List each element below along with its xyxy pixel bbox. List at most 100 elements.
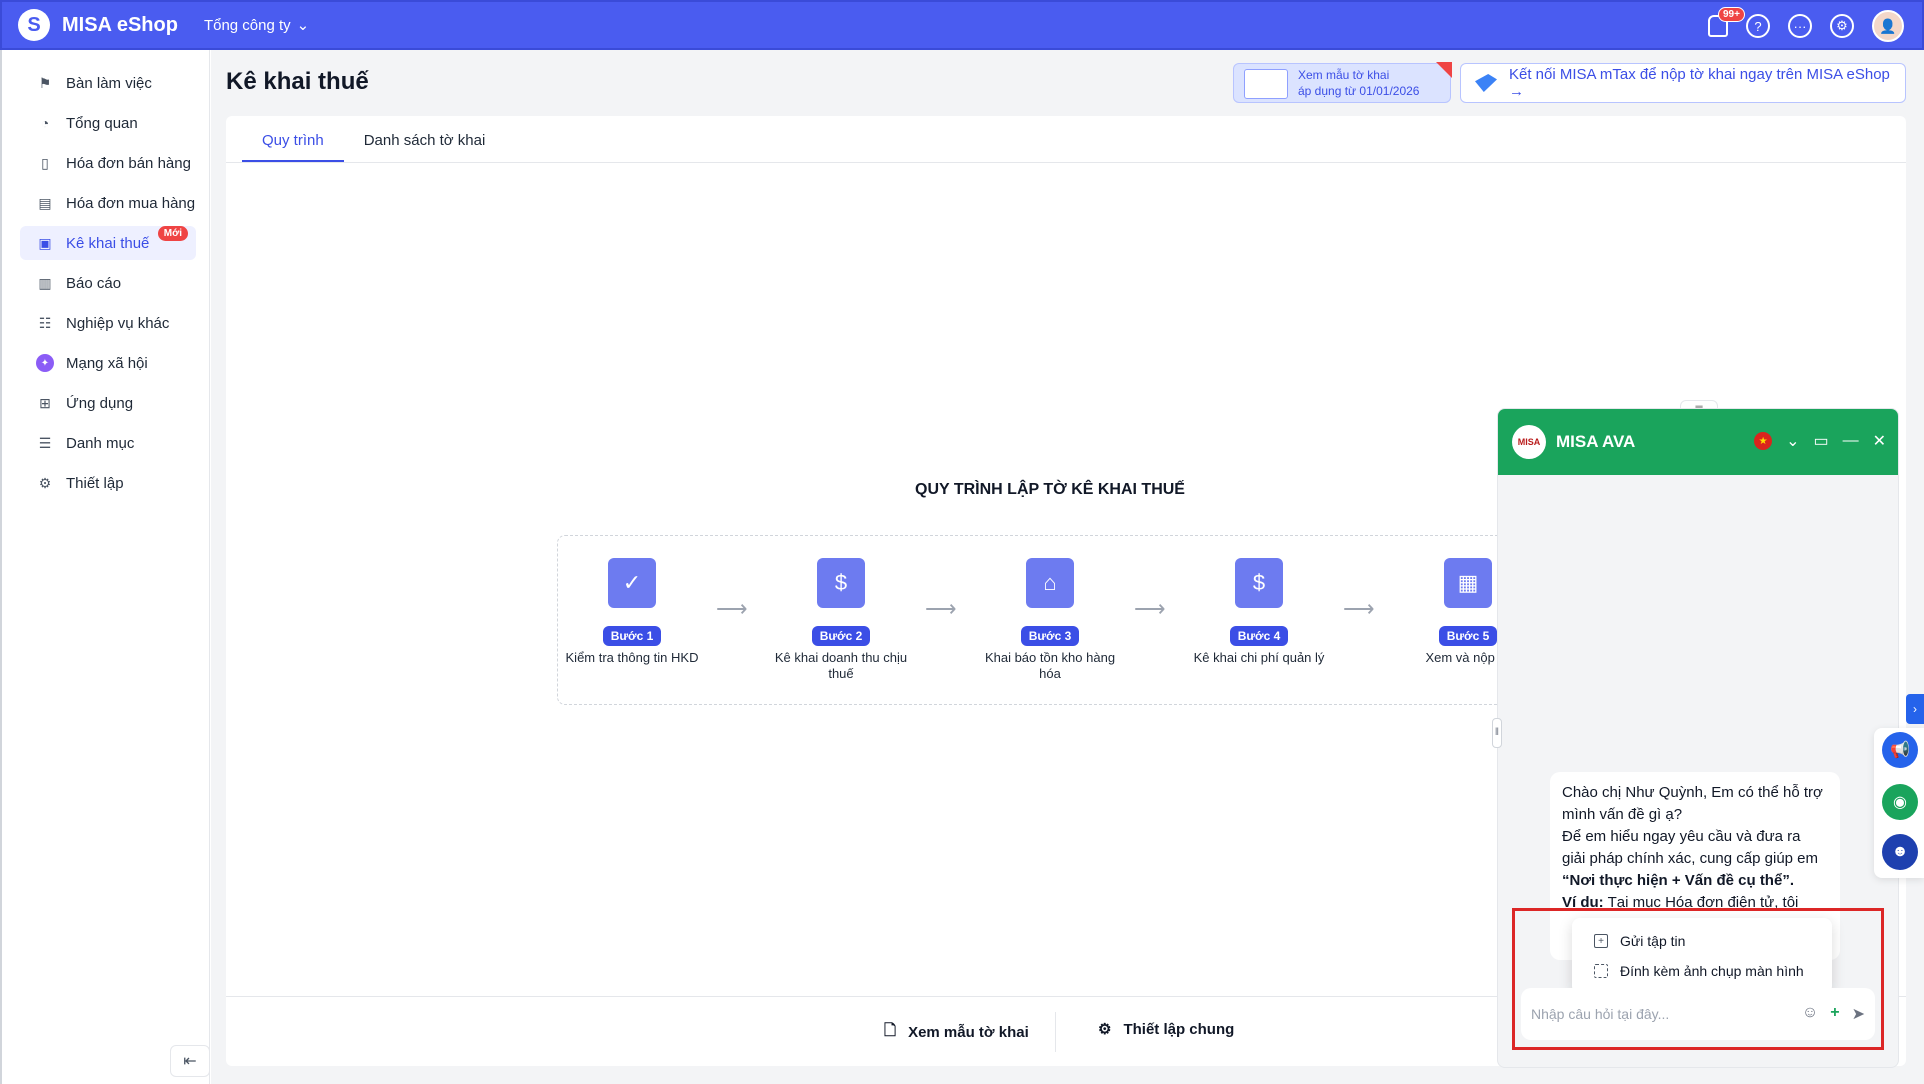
document-icon: 🗋 bbox=[884, 1022, 897, 1039]
clipboard-icon: ✓ bbox=[608, 558, 656, 608]
bell-icon[interactable]: 99+ bbox=[1708, 7, 1745, 37]
sidebar: ⚑ Bàn làm việc ◔ Tổng quan ▯ Hóa đơn bán… bbox=[0, 50, 210, 1084]
view-template-label: Xem mẫu tờ khai bbox=[908, 1024, 1029, 1041]
sidebar-item-hoa-don-ban-hang[interactable]: ▯ Hóa đơn bán hàng bbox=[20, 146, 196, 180]
social-icon: ✦ bbox=[36, 354, 54, 372]
sidebar-item-label: Hóa đơn bán hàng bbox=[66, 154, 191, 172]
step-badge: Bước 5 bbox=[1438, 626, 1498, 646]
chat-support-icon[interactable]: ◉ bbox=[1882, 784, 1918, 820]
arrow-right-icon: ⟶ bbox=[1134, 596, 1166, 621]
sidebar-item-thiet-lap[interactable]: ⚙ Thiết lập bbox=[20, 466, 196, 500]
notification-badge: 99+ bbox=[1718, 7, 1745, 22]
chevron-down-icon: ⌄ bbox=[296, 17, 310, 34]
sidebar-item-hoa-don-mua-hang[interactable]: ▤ Hóa đơn mua hàng bbox=[20, 186, 196, 220]
gear-icon: ⚙ bbox=[1098, 1021, 1112, 1038]
step-2: $ Bước 2 Kê khai doanh thu chịu thuế bbox=[766, 558, 916, 682]
tab-bar: Quy trình Danh sách tờ khai bbox=[242, 124, 505, 162]
step-label: Kiểm tra thông tin HKD bbox=[565, 650, 699, 665]
misa-logo-icon[interactable]: S bbox=[18, 9, 50, 41]
promo-template-banner[interactable]: Xem mẫu tờ khai áp dụng từ 01/01/2026 bbox=[1233, 62, 1452, 103]
page-title: Kê khai thuế bbox=[226, 68, 369, 95]
app-name[interactable]: MISA eShop bbox=[62, 14, 178, 37]
mtax-connect-label: Kết nối MISA mTax để nộp tờ khai ngay tr… bbox=[1509, 66, 1890, 100]
revenue-growth-icon: $ bbox=[817, 558, 865, 608]
general-settings-label: Thiết lập chung bbox=[1123, 1020, 1235, 1038]
chat-header-icons: ★ ⌄ ▭ — ✕ bbox=[1754, 431, 1886, 451]
step-badge: Bước 2 bbox=[811, 626, 871, 646]
sidebar-item-label: Danh mục bbox=[66, 434, 135, 452]
top-icons: 99+ ? ··· ⚙ 👤 bbox=[1708, 7, 1904, 42]
footer-separator bbox=[1055, 1012, 1056, 1052]
misa-ava-logo-icon: MISA bbox=[1512, 425, 1546, 459]
mtax-logo-icon bbox=[1475, 74, 1497, 92]
receipt-icon: ▤ bbox=[38, 194, 52, 211]
new-ribbon-icon bbox=[1436, 62, 1452, 78]
arrow-right-icon: ⟶ bbox=[1343, 596, 1375, 621]
step-badge: Bước 1 bbox=[602, 626, 662, 646]
sidebar-item-nghiep-vu-khac[interactable]: ☷ Nghiệp vụ khác bbox=[20, 306, 196, 340]
sidebar-item-label: Nghiệp vụ khác bbox=[66, 314, 170, 332]
step-1: ✓ Bước 1 Kiểm tra thông tin HKD bbox=[557, 558, 707, 666]
step-3: ⌂ Bước 3 Khai báo tồn kho hàng hóa bbox=[975, 558, 1125, 682]
vietnam-flag-icon[interactable]: ★ bbox=[1754, 432, 1773, 450]
document-icon: ▯ bbox=[41, 154, 49, 171]
message-bold: “Nơi thực hiện + Vấn đề cụ thể”. bbox=[1562, 872, 1794, 889]
tab-quy-trinh[interactable]: Quy trình bbox=[242, 124, 344, 162]
close-icon[interactable]: ✕ bbox=[1873, 431, 1886, 451]
sidebar-item-danh-muc[interactable]: ☰ Danh mục bbox=[20, 426, 196, 460]
robot-assistant-icon[interactable]: ☻ bbox=[1882, 834, 1918, 870]
tax-calculator-icon: ▦ bbox=[1444, 558, 1492, 608]
chat-resize-handle[interactable]: ‖ bbox=[1492, 718, 1502, 748]
sidebar-item-label: Báo cáo bbox=[66, 274, 122, 292]
collapse-sidebar-button[interactable]: ⇤ bbox=[170, 1045, 210, 1077]
list-icon: ☰ bbox=[38, 434, 52, 451]
tax-document-icon: ▣ bbox=[38, 234, 52, 251]
sidebar-item-tong-quan[interactable]: ◔ Tổng quan bbox=[20, 106, 196, 140]
general-settings-button[interactable]: ⚙ Thiết lập chung bbox=[1098, 1020, 1235, 1039]
new-badge: Mới bbox=[157, 226, 188, 241]
gauge-icon: ◔ bbox=[40, 115, 50, 131]
help-icon[interactable]: ? bbox=[1746, 14, 1770, 38]
sidebar-item-mang-xa-hoi[interactable]: ✦ Mạng xã hội bbox=[20, 346, 196, 380]
view-template-button[interactable]: 🗋 Xem mẫu tờ khai bbox=[884, 1020, 1029, 1045]
step-4: $ Bước 4 Kê khai chi phí quản lý bbox=[1184, 558, 1334, 666]
bar-chart-icon: ▥ bbox=[38, 274, 52, 291]
chat-header: MISA MISA AVA ★ ⌄ ▭ — ✕ bbox=[1498, 409, 1898, 475]
minimize-icon[interactable]: — bbox=[1843, 432, 1859, 450]
process-title: QUY TRÌNH LẬP TỜ KÊ KHAI THUẾ bbox=[915, 481, 1185, 498]
sidebar-item-label: Kê khai thuế bbox=[66, 234, 150, 252]
avatar[interactable]: 👤 bbox=[1872, 10, 1904, 42]
chevron-down-icon[interactable]: ⌄ bbox=[1786, 431, 1799, 451]
message-instruction: Để em hiểu ngay yêu cầu và đưa ra giải p… bbox=[1562, 828, 1819, 867]
highlight-box bbox=[1512, 908, 1884, 1050]
company-selector[interactable]: Tổng công ty ⌄ bbox=[203, 16, 310, 35]
company-label: Tổng công ty bbox=[203, 16, 291, 34]
sidebar-item-ke-khai-thue[interactable]: ▣ Kê khai thuế Mới bbox=[20, 226, 196, 260]
template-preview-icon bbox=[1244, 69, 1288, 99]
screen-share-icon[interactable]: ▭ bbox=[1813, 431, 1828, 451]
message-greeting: Chào chị Như Quỳnh, Em có thể hỗ trợ mìn… bbox=[1562, 784, 1823, 823]
warehouse-icon: ⌂ bbox=[1026, 558, 1074, 608]
gear-icon: ⚙ bbox=[38, 474, 52, 491]
chevron-right-icon[interactable]: › bbox=[1906, 694, 1924, 724]
promo-line2: áp dụng từ 01/01/2026 bbox=[1298, 84, 1420, 98]
tab-danh-sach-to-khai[interactable]: Danh sách tờ khai bbox=[344, 124, 506, 162]
step-badge: Bước 3 bbox=[1020, 626, 1080, 646]
top-bar: S MISA eShop Tổng công ty ⌄ 99+ ? ··· ⚙ … bbox=[0, 0, 1924, 50]
floating-actions: 📢 ◉ ☻ bbox=[1874, 728, 1924, 878]
arrow-right-icon: ⟶ bbox=[925, 596, 957, 621]
sidebar-item-label: Ứng dụng bbox=[66, 394, 134, 412]
arrow-right-icon: ⟶ bbox=[716, 596, 748, 621]
sidebar-item-ban-lam-viec[interactable]: ⚑ Bàn làm việc bbox=[20, 66, 196, 100]
sidebar-item-label: Mạng xã hội bbox=[66, 354, 148, 372]
sidebar-item-bao-cao[interactable]: ▥ Báo cáo bbox=[20, 266, 196, 300]
step-badge: Bước 4 bbox=[1229, 626, 1289, 646]
sidebar-item-ung-dung[interactable]: ⊞ Ứng dụng bbox=[20, 386, 196, 420]
megaphone-icon[interactable]: 📢 bbox=[1882, 732, 1918, 768]
list-grid-icon: ☷ bbox=[38, 314, 52, 331]
flag-icon: ⚑ bbox=[38, 74, 52, 91]
gear-icon[interactable]: ⚙ bbox=[1830, 14, 1854, 38]
sidebar-item-label: Bàn làm việc bbox=[66, 74, 152, 92]
chat-bubble-icon[interactable]: ··· bbox=[1788, 14, 1812, 38]
mtax-connect-banner[interactable]: Kết nối MISA mTax để nộp tờ khai ngay tr… bbox=[1460, 63, 1906, 103]
